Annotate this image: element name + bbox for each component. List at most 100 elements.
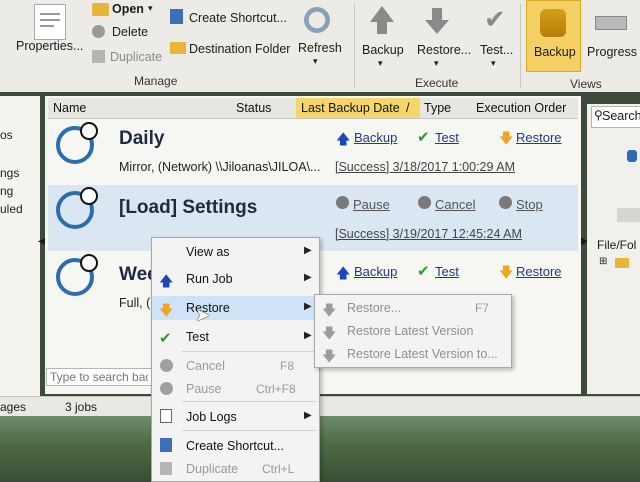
right-pane-scrollbar[interactable] (617, 208, 640, 222)
restore-dropdown-arrow-icon[interactable]: ▾ (434, 58, 439, 69)
menu-item-cancel[interactable]: Cancel F8 (152, 354, 319, 378)
job-description: Mirror, (Network) \\Jiloanas\JILOA\... (119, 160, 321, 174)
job-search-input[interactable] (46, 368, 152, 386)
job-restore-link[interactable]: Restore (516, 130, 562, 145)
job-test-link[interactable]: Test (435, 130, 459, 145)
column-status[interactable]: Status (236, 101, 271, 115)
open-dropdown-arrow-icon[interactable]: ▾ (148, 3, 153, 14)
backup-arrow-icon (370, 6, 394, 22)
menu-item-label: Create Shortcut... (186, 439, 284, 453)
menu-item-duplicate[interactable]: Duplicate Ctrl+L (152, 457, 319, 481)
menu-item-restore[interactable]: 🡇 Restore ▶ (152, 296, 319, 320)
expand-icon[interactable]: ⊞ (599, 256, 607, 267)
job-description: Full, ( (119, 296, 151, 310)
left-pane-item[interactable]: os (0, 128, 13, 142)
menu-item-shortcut: Ctrl+F8 (256, 382, 296, 396)
pause-icon (160, 382, 173, 395)
job-backup-link[interactable]: Backup (354, 130, 397, 145)
job-title[interactable]: Daily (119, 128, 164, 150)
refresh-button[interactable]: Refresh (298, 41, 342, 55)
mouse-cursor-icon: ➤ (195, 305, 211, 325)
menu-item-shortcut: Ctrl+L (262, 462, 295, 476)
right-pane: ⚲ Search File/Fol ⊞ (587, 104, 640, 394)
job-cancel-link[interactable]: Cancel (435, 197, 475, 212)
clock-icon (80, 122, 98, 140)
properties-button[interactable]: Properties... (16, 39, 83, 53)
duplicate-icon (92, 50, 105, 63)
test-button[interactable]: Test... (480, 43, 513, 57)
submenu-item-label: Restore Latest Version (347, 324, 474, 338)
job-title[interactable]: [Load] Settings (119, 197, 257, 219)
restore-submenu: 🡇 Restore... F7 🡇 Restore Latest Version… (314, 294, 512, 368)
submenu-arrow-icon: ▶ (304, 330, 312, 341)
job-pause-link[interactable]: Pause (353, 197, 390, 212)
job-last-backup-status[interactable]: [Success] 3/18/2017 1:00:29 AM (335, 160, 515, 174)
job-stop-link[interactable]: Stop (516, 197, 543, 212)
refresh-dropdown-arrow-icon[interactable]: ▾ (313, 56, 318, 67)
job-backup-link[interactable]: Backup (354, 264, 397, 279)
backup-up-arrow-icon: 🡅 (336, 131, 351, 147)
open-folder-icon (92, 3, 109, 16)
restore-arrow-head (425, 20, 449, 34)
status-job-count: 3 jobs (65, 400, 98, 414)
status-bar: ages 3 jobs (0, 396, 640, 417)
backup-up-arrow-icon: 🡅 (336, 265, 351, 281)
destination-folder-button[interactable]: Destination Folder (189, 42, 290, 56)
pause-icon (336, 196, 349, 209)
column-execution-order[interactable]: Execution Order (476, 101, 566, 115)
test-check-icon: ✔ (417, 129, 430, 146)
backup-view-tab[interactable]: Backup (526, 0, 581, 72)
submenu-arrow-icon: ▶ (304, 301, 312, 312)
menu-item-create-shortcut[interactable]: Create Shortcut... (152, 434, 319, 458)
menu-item-test[interactable]: ✔ Test ▶ (152, 325, 319, 349)
restore-button[interactable]: Restore... (417, 43, 471, 57)
backup-dropdown-arrow-icon[interactable]: ▾ (378, 58, 383, 69)
duplicate-icon (160, 462, 172, 475)
clock-icon (80, 254, 98, 272)
create-shortcut-button[interactable]: Create Shortcut... (189, 11, 287, 25)
left-pane-item[interactable]: ngs (0, 166, 19, 180)
open-button[interactable]: Open (112, 2, 144, 16)
job-logs-icon (160, 409, 172, 423)
submenu-item-label: Restore... (347, 301, 402, 315)
submenu-item-restore-latest[interactable]: 🡇 Restore Latest Version (315, 320, 511, 343)
job-test-link[interactable]: Test (435, 264, 459, 279)
column-type[interactable]: Type (424, 101, 451, 115)
right-search-box[interactable]: ⚲ Search (591, 106, 640, 128)
delete-button[interactable]: Delete (112, 25, 148, 39)
submenu-item-label: Restore Latest Version to... (347, 347, 498, 361)
refresh-icon[interactable] (302, 5, 332, 35)
duplicate-button[interactable]: Duplicate (110, 50, 162, 64)
column-name[interactable]: Name (53, 101, 86, 115)
submenu-item-restore-latest-to[interactable]: 🡇 Restore Latest Version to... (315, 343, 511, 366)
views-group-label: Views (570, 77, 602, 91)
restore-arrow-icon (432, 8, 442, 20)
progress-icon (595, 16, 627, 30)
menu-item-label: Pause (186, 382, 222, 396)
database-small-icon (627, 150, 637, 162)
job-restore-link[interactable]: Restore (516, 264, 562, 279)
left-pane-item[interactable]: ng (0, 184, 13, 198)
submenu-arrow-icon: ▶ (304, 410, 312, 421)
job-row[interactable]: Daily Mirror, (Network) \\Jiloanas\JILOA… (48, 120, 578, 184)
menu-item-run-job[interactable]: 🡅 Run Job ▶ (152, 267, 319, 291)
menu-item-view-as[interactable]: View as ▶ (152, 240, 319, 264)
cancel-icon (418, 196, 431, 209)
progress-view-button[interactable]: Progress (587, 45, 637, 59)
menu-item-label: Duplicate (186, 462, 239, 476)
destination-folder-icon (170, 42, 186, 54)
left-navigation-pane: os ngs ng uled (0, 96, 40, 396)
menu-item-label: Test (186, 330, 209, 344)
folder-column-header: File/Fol (597, 238, 637, 252)
job-last-backup-status[interactable]: [Success] 3/19/2017 12:45:24 AM (335, 227, 522, 241)
backup-button[interactable]: Backup (362, 43, 404, 57)
database-icon (540, 9, 566, 37)
test-dropdown-arrow-icon[interactable]: ▾ (491, 58, 496, 69)
menu-item-job-logs[interactable]: Job Logs ▶ (152, 405, 319, 429)
properties-icon[interactable] (34, 4, 66, 40)
submenu-item-restore[interactable]: 🡇 Restore... F7 (315, 297, 511, 320)
column-last-backup-date[interactable]: Last Backup Date / (296, 98, 420, 118)
left-pane-item[interactable]: uled (0, 202, 23, 216)
submenu-item-shortcut: F7 (475, 301, 490, 315)
menu-item-pause[interactable]: Pause Ctrl+F8 (152, 377, 319, 401)
